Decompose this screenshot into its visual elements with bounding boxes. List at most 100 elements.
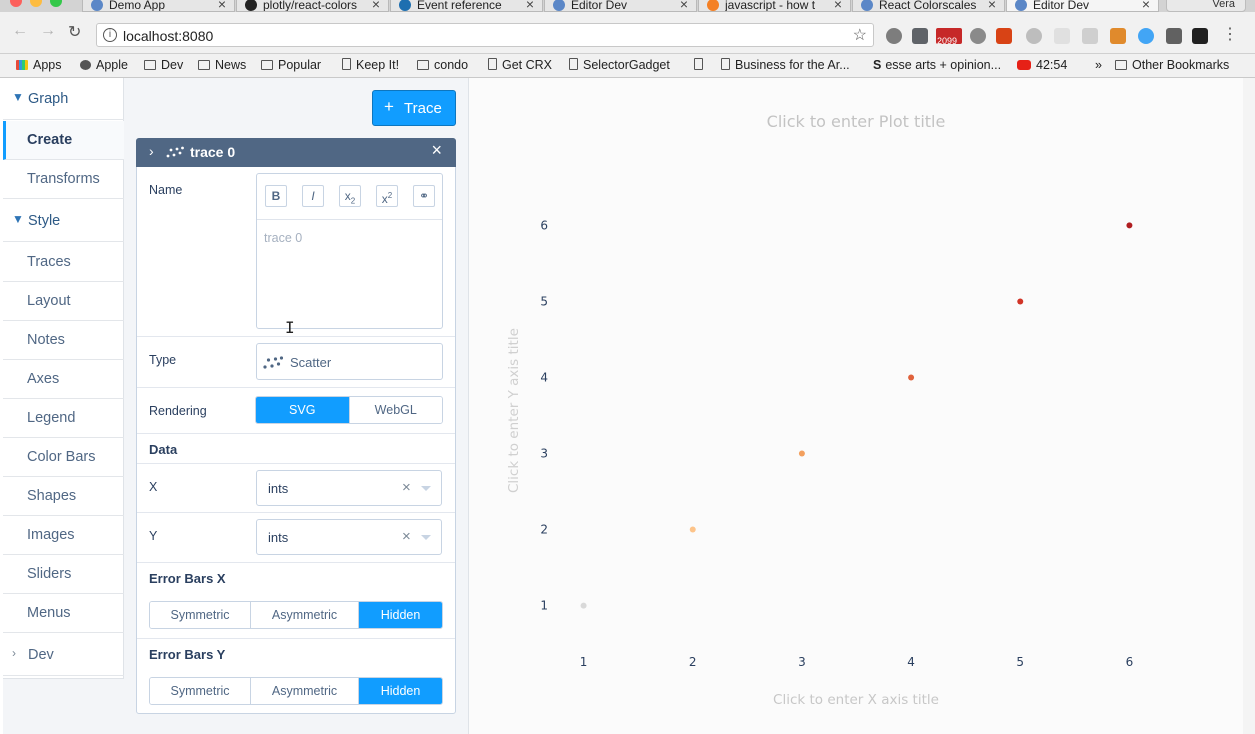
error-y-symmetric-option[interactable]: Symmetric xyxy=(150,678,251,704)
sidebar-item-notes[interactable]: Notes xyxy=(3,321,124,360)
browser-tab[interactable]: Demo App × xyxy=(82,0,235,12)
scatter-point[interactable] xyxy=(1017,298,1024,305)
back-icon[interactable]: ← xyxy=(12,22,28,40)
plot-area[interactable]: Click to enter Plot title Click to enter… xyxy=(469,78,1243,734)
bookmark-popular[interactable]: Popular xyxy=(261,58,321,72)
sidebar-item-color-bars[interactable]: Color Bars xyxy=(3,438,124,477)
extension-icon[interactable] xyxy=(1082,28,1098,44)
sidebar-item-legend[interactable]: Legend xyxy=(3,399,124,438)
extension-icon[interactable] xyxy=(1110,28,1126,44)
browser-tab-bar: Demo App × plotly/react-colors × Event ref… xyxy=(0,0,1255,12)
browser-tab[interactable]: javascript - how t × xyxy=(698,0,851,12)
extension-icon[interactable] xyxy=(1138,28,1154,44)
browser-tab[interactable]: React Colorscales × xyxy=(852,0,1005,12)
x-data-dropdown[interactable]: ints × xyxy=(256,470,442,506)
minimize-window-icon[interactable] xyxy=(30,0,42,7)
bookmark-untitled[interactable] xyxy=(694,58,708,72)
subscript-button[interactable]: x2 xyxy=(339,185,361,207)
sidebar-group-style[interactable]: ▼ Style xyxy=(3,200,124,242)
clear-icon[interactable]: × xyxy=(402,528,411,545)
scatter-point[interactable] xyxy=(1126,222,1133,229)
caret-down-icon[interactable] xyxy=(421,486,431,491)
add-trace-button[interactable]: + Trace xyxy=(372,90,456,126)
rendering-webgl-option[interactable]: WebGL xyxy=(349,397,442,423)
clear-icon[interactable]: × xyxy=(402,479,411,496)
sidebar-item-transforms[interactable]: Transforms xyxy=(3,160,124,199)
browser-tab[interactable]: plotly/react-colors × xyxy=(236,0,389,12)
close-icon[interactable]: × xyxy=(526,0,534,11)
bookmark-condo[interactable]: condo xyxy=(417,58,468,72)
forward-icon[interactable]: → xyxy=(40,22,56,40)
reload-icon[interactable]: ↻ xyxy=(68,22,81,42)
error-x-symmetric-option[interactable]: Symmetric xyxy=(150,602,251,628)
bookmarks-overflow[interactable]: » xyxy=(1095,58,1102,72)
profile-button[interactable]: Vera xyxy=(1166,0,1246,12)
extension-icon[interactable] xyxy=(970,28,986,44)
sidebar-item-create[interactable]: Create xyxy=(3,121,124,160)
bookmark-star-icon[interactable]: ☆ xyxy=(853,25,867,45)
browser-tab[interactable]: Editor Dev × xyxy=(544,0,697,12)
close-icon[interactable]: × xyxy=(1142,0,1150,11)
scatter-point[interactable] xyxy=(798,450,805,457)
megaphone-icon[interactable] xyxy=(1166,28,1182,44)
link-icon[interactable]: ⚭ xyxy=(413,185,435,207)
sidebar-item-sliders[interactable]: Sliders xyxy=(3,555,124,594)
menu-dots-icon[interactable]: ⋮ xyxy=(1222,24,1238,44)
settings-extension-icon[interactable] xyxy=(886,28,902,44)
extension-icon[interactable] xyxy=(1192,28,1208,44)
sidebar-item-images[interactable]: Images xyxy=(3,516,124,555)
extension-icon[interactable] xyxy=(996,28,1012,44)
bookmark-dev[interactable]: Dev xyxy=(144,58,183,72)
close-window-icon[interactable] xyxy=(10,0,22,7)
sidebar-item-menus[interactable]: Menus xyxy=(3,594,124,633)
info-icon[interactable]: i xyxy=(103,28,117,42)
bookmark-apple[interactable]: Apple xyxy=(80,58,128,72)
close-icon[interactable]: × xyxy=(218,0,226,11)
y-data-dropdown[interactable]: ints × xyxy=(256,519,442,555)
bookmark-keep-it[interactable]: Keep It! xyxy=(342,58,399,72)
close-icon[interactable]: × xyxy=(834,0,842,11)
browser-tab-active[interactable]: Editor Dev × xyxy=(1006,0,1159,12)
caret-down-icon[interactable] xyxy=(421,535,431,540)
evernote-extension-icon[interactable] xyxy=(912,28,928,44)
name-text-value[interactable]: trace 0 xyxy=(264,231,302,245)
trace-fold-header[interactable]: › trace 0 × xyxy=(136,138,456,167)
calendar-extension-icon[interactable]: 2099 xyxy=(936,28,962,46)
sidebar-item-axes[interactable]: Axes xyxy=(3,360,124,399)
error-x-hidden-option[interactable]: Hidden xyxy=(359,602,442,628)
bookmark-business[interactable]: Business for the Ar... xyxy=(721,58,850,72)
close-icon[interactable]: × xyxy=(680,0,688,11)
sidebar-item-layout[interactable]: Layout xyxy=(3,282,124,321)
sidebar-item-shapes[interactable]: Shapes xyxy=(3,477,124,516)
sidebar-group-dev[interactable]: › Dev xyxy=(3,634,124,676)
browser-tab[interactable]: Event reference × xyxy=(390,0,543,12)
scatter-point[interactable] xyxy=(689,526,696,533)
bookmark-other[interactable]: Other Bookmarks xyxy=(1115,58,1229,72)
bookmark-news[interactable]: News xyxy=(198,58,246,72)
name-rich-text-editor[interactable]: B I x2 x2 ⚭ trace 0 xyxy=(256,173,443,329)
error-y-hidden-option[interactable]: Hidden xyxy=(359,678,442,704)
bookmark-esse[interactable]: Sesse arts + opinion... xyxy=(873,58,1001,72)
close-icon[interactable]: × xyxy=(988,0,996,11)
close-icon[interactable]: × xyxy=(372,0,380,11)
rendering-svg-option[interactable]: SVG xyxy=(256,397,350,423)
error-y-asymmetric-option[interactable]: Asymmetric xyxy=(251,678,359,704)
bookmark-selectorgadget[interactable]: SelectorGadget xyxy=(569,58,670,72)
bookmark-youtube[interactable]: 42:54 xyxy=(1017,58,1067,72)
scatter-point[interactable] xyxy=(580,602,587,609)
sidebar-item-traces[interactable]: Traces xyxy=(3,243,124,282)
bold-button[interactable]: B xyxy=(265,185,287,207)
extension-icon[interactable] xyxy=(1026,28,1042,44)
sidebar-group-graph[interactable]: ▼ Graph xyxy=(3,78,124,120)
bookmark-get-crx[interactable]: Get CRX xyxy=(488,58,552,72)
scatter-point[interactable] xyxy=(908,374,915,381)
bookmark-apps[interactable]: Apps xyxy=(16,58,62,72)
address-bar[interactable]: i localhost:8080 ☆ xyxy=(96,23,874,47)
delete-trace-icon[interactable]: × xyxy=(431,140,442,161)
superscript-button[interactable]: x2 xyxy=(376,185,398,207)
maximize-window-icon[interactable] xyxy=(50,0,62,7)
trace-type-dropdown[interactable]: Scatter xyxy=(256,343,443,380)
italic-button[interactable]: I xyxy=(302,185,324,207)
error-x-asymmetric-option[interactable]: Asymmetric xyxy=(251,602,359,628)
extension-icon[interactable] xyxy=(1054,28,1070,44)
